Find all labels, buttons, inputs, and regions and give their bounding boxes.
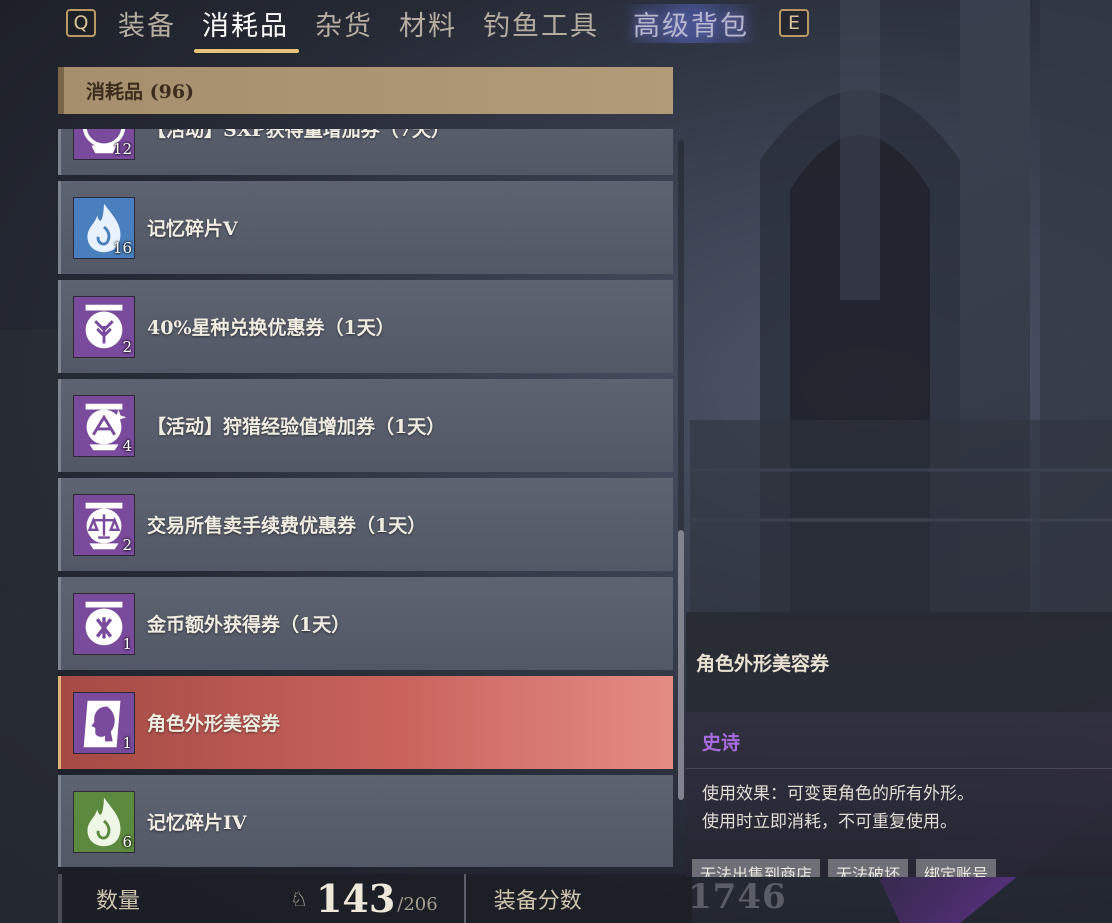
inventory-footer: 数量 ♘ 143 /206 装备分数: [58, 874, 692, 923]
tag-account-bound: 绑定账号: [916, 859, 997, 877]
rune-crest-icon: 1: [73, 592, 135, 655]
list-item-selected[interactable]: 1 角色外形美容券: [58, 676, 673, 769]
inventory-panel: 消耗品 (96) 12 【活动】SXP获得量增加券（7天） 16 记忆碎片V 2…: [58, 67, 673, 867]
item-name: 【活动】狩猎经验值增加券（1天）: [147, 416, 446, 438]
list-item[interactable]: 16 记忆碎片V: [58, 181, 673, 274]
tab-premium-bag[interactable]: 高级背包: [621, 3, 761, 43]
memory-flame-icon: 6: [73, 790, 135, 853]
description-line: 使用时立即消耗，不可重复使用。: [702, 812, 957, 832]
item-count: 6: [122, 832, 132, 851]
ticket-crest-icon: 4: [73, 394, 135, 457]
list-item[interactable]: 2 40%星种兑换优惠券（1天）: [58, 280, 673, 373]
face-profile-icon: 1: [73, 691, 135, 754]
gear-score-value: 1746: [688, 877, 787, 917]
bag-count: 143: [315, 876, 396, 921]
item-name: 角色外形美容券: [147, 713, 281, 735]
list-item[interactable]: 2 交易所售卖手续费优惠券（1天）: [58, 478, 673, 571]
tag-unsellable: 无法出售到商店: [692, 859, 821, 877]
scales-crest-icon: 2: [73, 493, 135, 556]
panel-header: 消耗品 (96): [58, 67, 673, 114]
tab-equipment[interactable]: 装备: [114, 4, 180, 43]
bag-max: /206: [397, 894, 438, 915]
list-item[interactable]: 4 【活动】狩猎经验值增加券（1天）: [58, 379, 673, 472]
tab-consumables[interactable]: 消耗品: [194, 4, 299, 53]
key-hint-q[interactable]: Q: [66, 9, 96, 37]
tree-crest-icon: 2: [73, 295, 135, 358]
list-item[interactable]: 1 金币额外获得券（1天）: [58, 577, 673, 670]
tooltip-body: 史诗 使用效果：可变更角色的所有外形。 使用时立即消耗，不可重复使用。 无法出售…: [686, 712, 1112, 877]
category-tabs: Q 装备 消耗品 杂货 材料 钓鱼工具 高级背包 E: [66, 0, 809, 53]
item-name: 记忆碎片V: [147, 218, 238, 240]
gear-score-label: 装备分数: [493, 888, 582, 914]
rarity-label: 史诗: [702, 732, 741, 754]
item-count: 1: [122, 733, 132, 752]
description-line: 使用效果：可变更角色的所有外形。: [702, 784, 974, 804]
item-name: 记忆碎片IV: [147, 812, 247, 834]
tab-misc[interactable]: 杂货: [311, 4, 377, 43]
tooltip-divider: [686, 768, 1112, 769]
item-count: 16: [112, 238, 132, 257]
ticket-crest-icon: 12: [73, 129, 135, 160]
item-tooltip: 角色外形美容券 史诗 使用效果：可变更角色的所有外形。 使用时立即消耗，不可重复…: [686, 612, 1112, 877]
memory-flame-icon: 16: [73, 196, 135, 259]
tooltip-description: 使用效果：可变更角色的所有外形。 使用时立即消耗，不可重复使用。: [702, 780, 974, 836]
tab-fishing-tools[interactable]: 钓鱼工具: [479, 4, 603, 43]
item-count: 2: [122, 535, 132, 554]
footer-divider: [463, 874, 466, 923]
item-count: 1: [122, 634, 132, 653]
scrollbar-thumb[interactable]: [678, 530, 684, 800]
tag-indestructible: 无法破坏: [828, 859, 909, 877]
list-item[interactable]: 12 【活动】SXP获得量增加券（7天）: [58, 129, 673, 175]
item-name: 交易所售卖手续费优惠券（1天）: [147, 515, 427, 537]
item-name: 【活动】SXP获得量增加券（7天）: [147, 129, 450, 141]
list-item[interactable]: 6 记忆碎片IV: [58, 775, 673, 867]
item-count: 2: [122, 337, 132, 356]
tab-materials[interactable]: 材料: [395, 4, 461, 43]
item-list: 12 【活动】SXP获得量增加券（7天） 16 记忆碎片V 2 40%星种兑换优…: [58, 129, 673, 867]
item-count: 4: [122, 436, 132, 455]
item-count: 12: [112, 139, 132, 158]
bag-icon: ♘: [290, 886, 308, 911]
tooltip-title: 角色外形美容券: [686, 612, 1112, 712]
item-name: 40%星种兑换优惠券（1天）: [147, 317, 395, 339]
key-hint-e[interactable]: E: [779, 9, 809, 37]
tooltip-tags: 无法出售到商店 无法破坏 绑定账号: [692, 859, 997, 877]
item-name: 金币额外获得券（1天）: [147, 614, 351, 636]
quantity-label: 数量: [96, 888, 141, 914]
